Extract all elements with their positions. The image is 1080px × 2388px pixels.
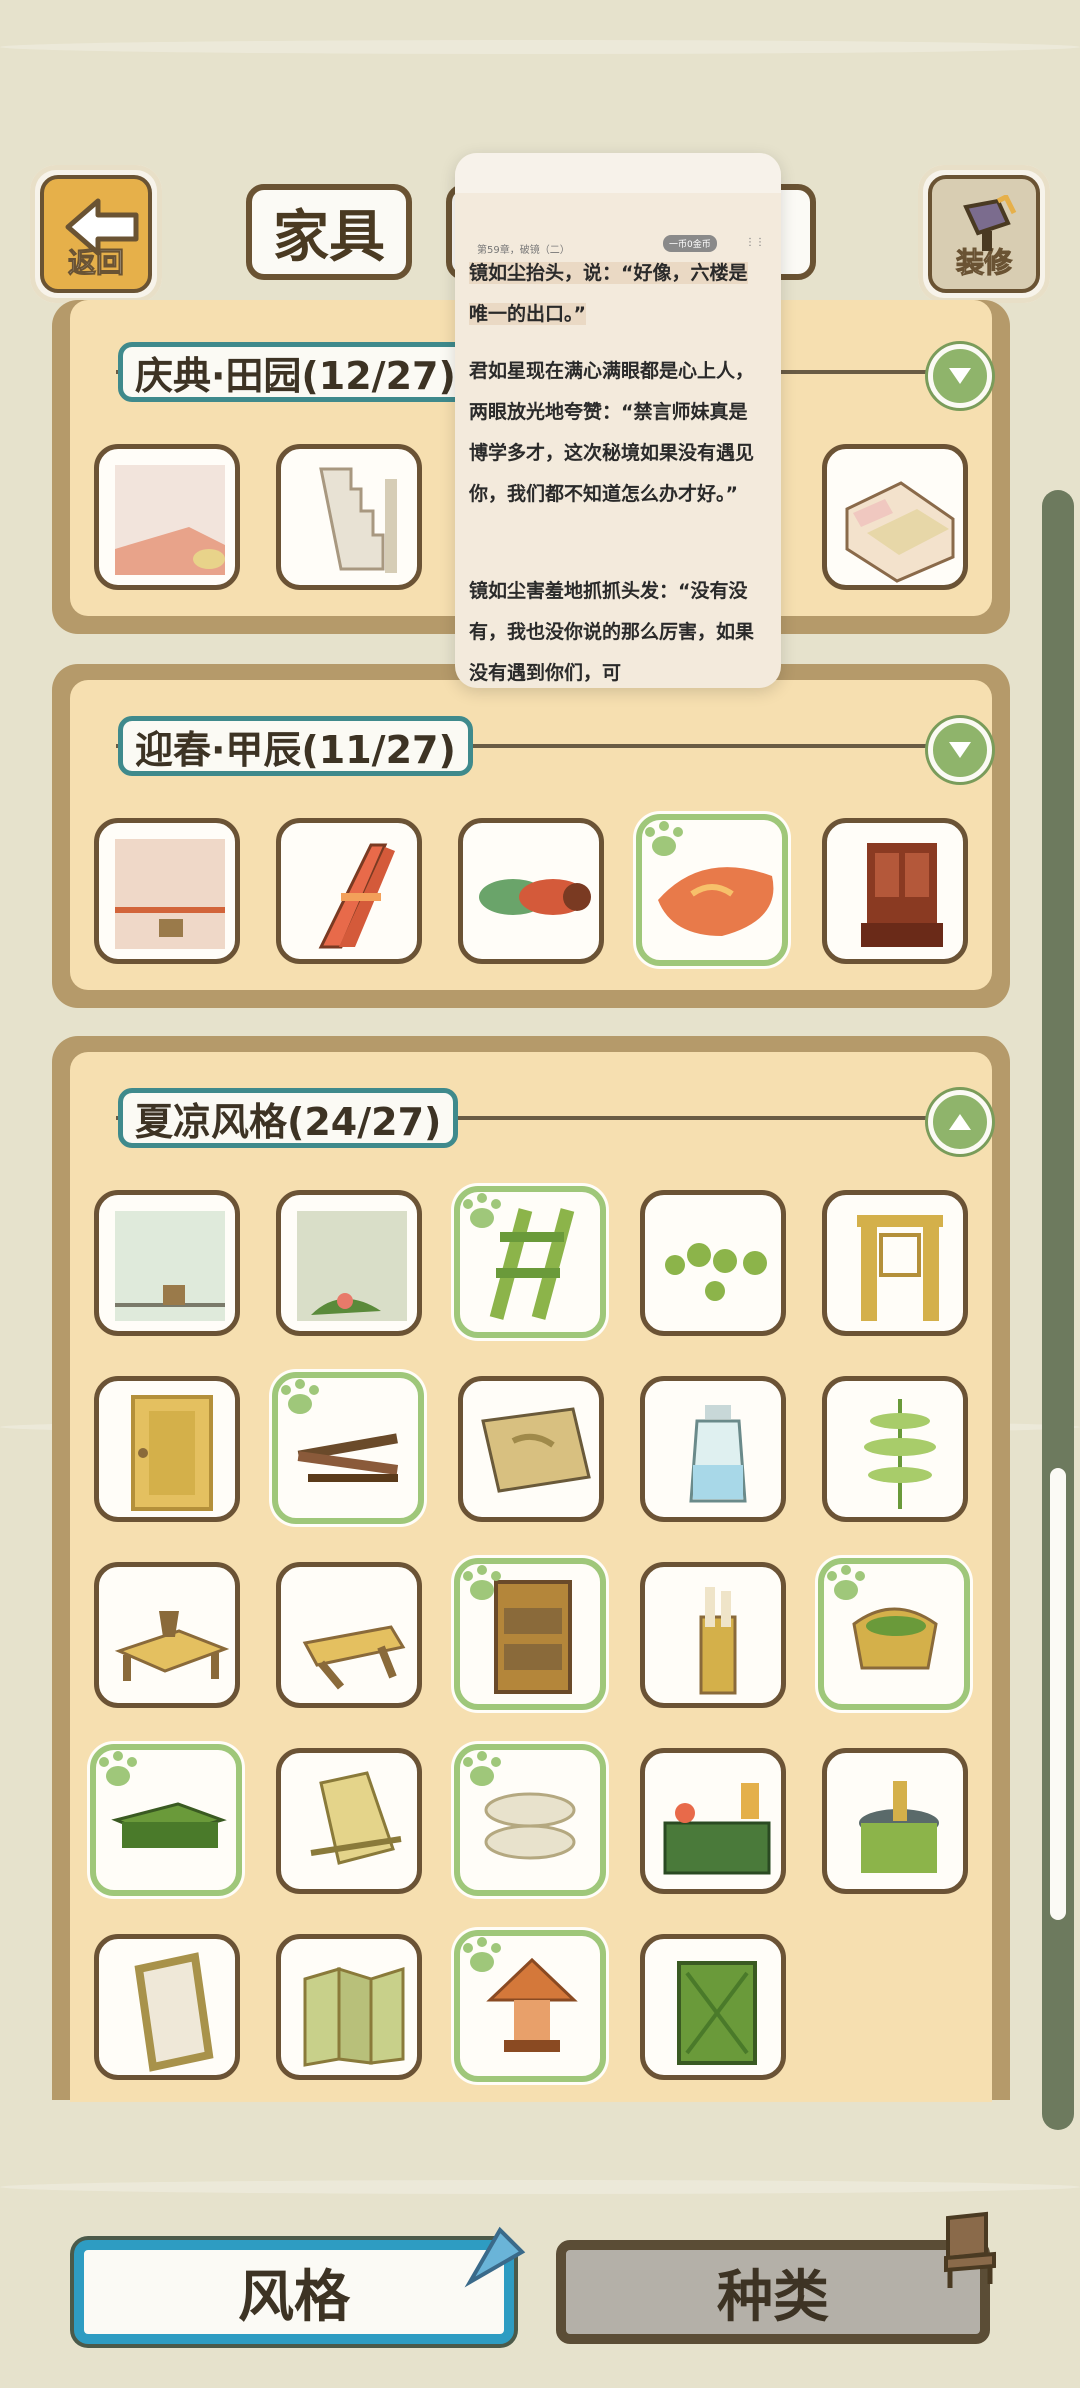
furniture-item[interactable]: [94, 818, 240, 964]
furniture-item[interactable]: [276, 1562, 422, 1708]
furniture-item-owned[interactable]: [454, 1930, 606, 2082]
scroll-stand-icon: [699, 1587, 737, 1695]
bamboo-gate-icon: [857, 1215, 943, 1321]
furniture-item[interactable]: [276, 818, 422, 964]
scrollbar-thumb[interactable]: [1050, 1468, 1066, 1920]
furniture-item[interactable]: [822, 444, 968, 590]
bottle-icon: [689, 1405, 747, 1503]
furniture-item[interactable]: [640, 1376, 786, 1522]
highlighted-text: 镜如尘抬头，说：“好像，六楼是唯一的出口。”: [469, 262, 748, 325]
reader-header[interactable]: [455, 153, 781, 193]
paw-icon: [463, 1565, 501, 1600]
bamboo-stools-icon: [665, 1243, 767, 1301]
furniture-item[interactable]: [94, 444, 240, 590]
background-decoration: [0, 2180, 1080, 2194]
furniture-item[interactable]: [94, 1934, 240, 2080]
furniture-item[interactable]: [822, 1748, 968, 1894]
back-button[interactable]: 返回: [30, 165, 162, 303]
kind-tab-button[interactable]: 种类: [556, 2240, 990, 2344]
back-arrow-icon: [65, 198, 139, 256]
chevron-up-icon: [949, 1114, 971, 1130]
reader-paragraph: 镜如尘害羞地抓抓头发：“没有没有，我也没你说的那么厉害，如果没有遇到你们，可: [469, 580, 755, 684]
wallpaper-icon: [115, 1211, 225, 1321]
green-cabinet-icon: [677, 1961, 757, 2065]
shell-icon: [464, 2226, 526, 2288]
furniture-item-owned[interactable]: [272, 1372, 424, 1524]
furniture-item-owned[interactable]: [90, 1744, 242, 1896]
paint-roller-icon: [963, 195, 1017, 251]
panel-title-spring: 迎春·甲辰(11/27): [118, 716, 473, 776]
furniture-item[interactable]: [822, 1190, 968, 1336]
chevron-down-icon: [949, 742, 971, 758]
furniture-item-owned[interactable]: [818, 1558, 970, 1710]
paw-icon: [645, 821, 683, 856]
reader-paragraph: 君如星现在满心满眼都是心上人，两眼放光地夸赞：“禁言师妹真是博学多才，这次秘境如…: [469, 360, 755, 505]
furniture-item[interactable]: [276, 1934, 422, 2080]
tab-furniture[interactable]: 家具: [246, 184, 412, 280]
furniture-item[interactable]: [640, 1190, 786, 1336]
reader-floating-window[interactable]: 第59章，破镜（二） 一币0金币 ⋮⋮ 镜如尘抬头，说：“好像，六楼是唯一的出口…: [455, 153, 781, 688]
furniture-item-owned[interactable]: [636, 814, 788, 966]
tea-table-icon: [114, 1611, 230, 1681]
bamboo-door-icon: [131, 1395, 213, 1511]
paw-icon: [463, 1937, 501, 1972]
ladder-icon: [318, 843, 395, 949]
collapse-toggle[interactable]: [928, 344, 992, 408]
chevron-down-icon: [949, 368, 971, 384]
paw-icon: [827, 1565, 865, 1600]
furniture-item-owned[interactable]: [454, 1186, 606, 1338]
furniture-item[interactable]: [276, 444, 422, 590]
furniture-item[interactable]: [276, 1748, 422, 1894]
counter-icon: [663, 1783, 771, 1875]
furniture-item-owned[interactable]: [454, 1558, 606, 1710]
cabinet-icon: [861, 843, 943, 947]
bamboo-stool-icon: [302, 1625, 406, 1690]
furniture-item[interactable]: [276, 1190, 422, 1336]
coin-badge[interactable]: 一币0金币: [663, 235, 717, 252]
panel-title-celebration: 庆典·田园(12/27): [118, 342, 473, 402]
paw-icon: [463, 1751, 501, 1786]
wallpaper-icon: [115, 839, 225, 949]
panel-title-summer: 夏凉风格(24/27): [118, 1088, 459, 1148]
map-mat-icon: [481, 1407, 591, 1493]
bed-icon: [845, 481, 955, 583]
paw-icon: [99, 1751, 137, 1786]
furniture-item[interactable]: [94, 1190, 240, 1336]
furniture-item[interactable]: [640, 1562, 786, 1708]
decorate-button[interactable]: 装修: [918, 165, 1050, 303]
screen-divider-icon: [303, 1966, 405, 2067]
collapse-toggle[interactable]: [928, 718, 992, 782]
furniture-item[interactable]: [640, 1934, 786, 2080]
chair-icon: [944, 2211, 996, 2288]
bamboo-leaves-icon: [864, 1399, 936, 1509]
furniture-item[interactable]: [640, 1748, 786, 1894]
furniture-item[interactable]: [94, 1376, 240, 1522]
reader-paragraph: 镜如尘抬头，说：“好像，六楼是唯一的出口。”: [469, 253, 765, 335]
background-decoration: [0, 40, 1080, 54]
style-tab-button[interactable]: 风格: [74, 2240, 514, 2344]
paw-icon: [463, 1193, 501, 1228]
barrel-icon: [859, 1781, 939, 1873]
deck-chair-icon: [310, 1771, 402, 1865]
furniture-item[interactable]: [458, 818, 604, 964]
mirror-icon: [134, 1952, 214, 2072]
furniture-item-owned[interactable]: [454, 1744, 606, 1896]
furniture-item[interactable]: [458, 1376, 604, 1522]
furniture-item[interactable]: [822, 818, 968, 964]
wallpaper-icon: [115, 465, 225, 575]
stairs-icon: [319, 467, 397, 573]
scroll-icon: [479, 879, 591, 915]
furniture-item[interactable]: [822, 1376, 968, 1522]
paw-icon: [281, 1379, 319, 1414]
more-icon[interactable]: ⋮⋮: [745, 237, 765, 248]
floor-icon: [297, 1211, 407, 1321]
furniture-item[interactable]: [94, 1562, 240, 1708]
collapse-toggle[interactable]: [928, 1090, 992, 1154]
